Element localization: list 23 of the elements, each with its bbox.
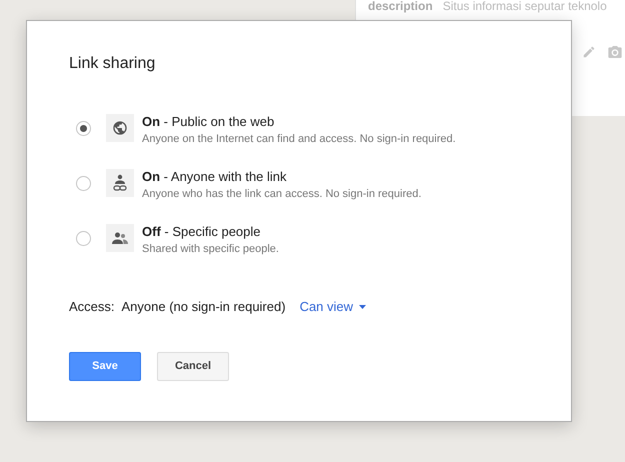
save-button[interactable]: Save <box>69 352 141 380</box>
person-link-icon <box>113 174 127 192</box>
field-value: Situs informasi seputar teknolo <box>442 0 607 15</box>
people-icon <box>112 231 128 245</box>
radio-button[interactable] <box>76 231 91 246</box>
option-description: Anyone on the Internet can find and access. No sign-in required. <box>142 132 456 147</box>
option-description: Shared with specific people. <box>142 242 279 257</box>
access-label: Access: <box>69 298 115 316</box>
option-description: Anyone who has the link can access. No sign-in required. <box>142 187 422 202</box>
option-title: Off - Specific people <box>142 224 262 240</box>
cancel-button[interactable]: Cancel <box>157 352 229 380</box>
camera-icon[interactable] <box>607 44 623 60</box>
dialog-title: Link sharing <box>69 54 156 74</box>
caret-icon <box>359 304 366 309</box>
pencil-icon[interactable] <box>582 45 596 59</box>
radio-button[interactable] <box>76 176 91 191</box>
permission-dropdown[interactable]: Can view <box>300 297 366 316</box>
option-title: On - Public on the web <box>142 114 276 130</box>
radio-button[interactable] <box>76 121 91 136</box>
access-value: Anyone (no sign-in required) <box>122 298 286 316</box>
globe-icon <box>112 120 128 136</box>
field-label: description <box>368 0 433 15</box>
option-title: On - Anyone with the link <box>142 169 288 185</box>
